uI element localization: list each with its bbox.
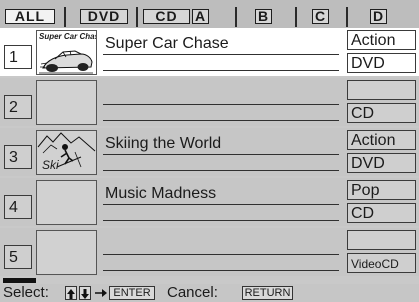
category-tab-bar: ALL DVD CD A B C D <box>0 0 419 28</box>
tab-all[interactable]: ALL <box>5 9 55 24</box>
tab-c[interactable]: C <box>312 9 329 24</box>
media-type-field: DVD <box>347 53 416 73</box>
tab-divider <box>346 7 348 27</box>
tab-cd[interactable]: CD <box>143 9 190 24</box>
row-number: 4 <box>4 195 32 219</box>
disc-title: Skiing the World <box>105 135 222 152</box>
disc-title: Super Car Chase <box>105 35 229 52</box>
select-label: Select: <box>3 284 49 301</box>
genre-field: Pop <box>347 180 416 200</box>
title-underline <box>103 204 339 205</box>
enter-key: ENTER <box>109 286 155 300</box>
tab-divider <box>235 7 237 27</box>
list-item[interactable]: 2 CD <box>0 78 419 126</box>
disc-title: Music Madness <box>105 185 217 202</box>
down-arrow-key-icon <box>79 286 91 300</box>
up-arrow-key-icon <box>65 286 77 300</box>
title-underline <box>103 270 339 271</box>
title-underline <box>103 154 339 155</box>
thumbnail-caption: Ski <box>42 158 59 172</box>
genre-field <box>347 80 416 100</box>
title-underline <box>103 170 339 171</box>
page-indicator <box>3 278 36 283</box>
right-arrow-icon <box>95 289 107 297</box>
media-type-field: DVD <box>347 153 416 173</box>
title-underline <box>103 220 339 221</box>
list-item[interactable]: 5 VideoCD <box>0 228 419 276</box>
title-underline <box>103 254 339 255</box>
cancel-label: Cancel: <box>167 284 218 301</box>
thumbnail <box>36 180 97 225</box>
thumbnail <box>36 230 97 275</box>
thumbnail <box>36 80 97 125</box>
tab-divider <box>295 7 297 27</box>
row-number: 2 <box>4 95 32 119</box>
title-underline <box>103 54 339 55</box>
row-number: 1 <box>4 45 32 69</box>
row-number: 5 <box>4 245 32 269</box>
tab-divider <box>136 7 138 27</box>
disc-title <box>105 84 340 104</box>
disc-title <box>105 234 340 254</box>
genre-field: Action <box>347 30 416 50</box>
disc-library-screen: ALL DVD CD A B C D 1 Super Car Chase Sup <box>0 0 419 302</box>
tab-b[interactable]: B <box>255 9 272 24</box>
media-type-field: CD <box>347 203 416 223</box>
thumbnail: Super Car Chase <box>36 30 97 75</box>
tab-a[interactable]: A <box>192 9 209 24</box>
return-key: RETURN <box>242 286 293 300</box>
list-item[interactable]: 4 Music Madness Pop CD <box>0 178 419 226</box>
row-number: 3 <box>4 145 32 169</box>
help-bar: Select: ENTER Cancel: RETURN <box>0 284 419 302</box>
list-item[interactable]: 3 Ski Skiing the World Action DVD <box>0 128 419 176</box>
race-car-icon <box>39 50 93 74</box>
title-underline <box>103 70 339 71</box>
genre-field <box>347 230 416 250</box>
genre-field: Action <box>347 130 416 150</box>
tab-divider <box>64 7 66 27</box>
title-underline <box>103 120 339 121</box>
tab-d[interactable]: D <box>370 9 387 24</box>
tab-dvd[interactable]: DVD <box>80 9 128 24</box>
media-type-field: VideoCD <box>347 253 416 273</box>
title-underline <box>103 104 339 105</box>
list-item[interactable]: 1 Super Car Chase Super Car Chase Action… <box>0 28 419 76</box>
thumbnail: Ski <box>36 130 97 175</box>
media-type-field: CD <box>347 103 416 123</box>
